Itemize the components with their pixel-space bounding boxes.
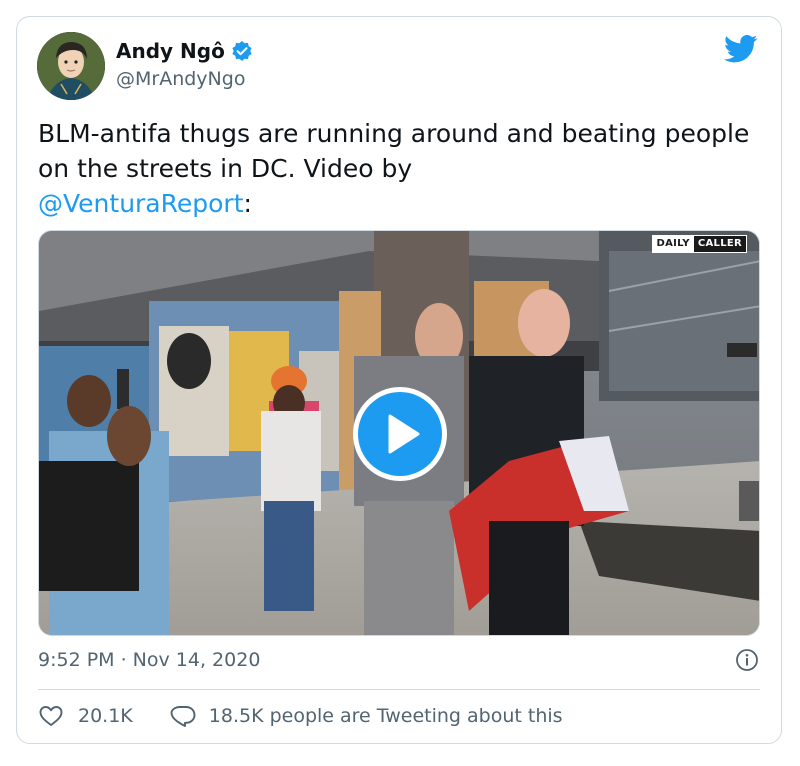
speech-bubble-icon (170, 706, 196, 727)
play-button[interactable] (353, 387, 447, 481)
verified-badge-icon (231, 40, 253, 62)
author-handle[interactable]: @MrAndyNgo (116, 67, 245, 91)
like-button[interactable]: 20.1K (38, 704, 133, 728)
twitter-bird-icon[interactable] (724, 34, 758, 64)
watermark-left: DAILY (652, 236, 694, 252)
reply-button[interactable]: 18.5K people are Tweeting about this (169, 704, 563, 728)
divider (38, 689, 760, 690)
mention-link[interactable]: @VenturaReport (38, 189, 244, 218)
avatar-illustration (37, 32, 105, 100)
info-icon[interactable] (735, 648, 759, 672)
like-count: 20.1K (78, 705, 133, 727)
video-media[interactable]: DAILY CALLER (38, 230, 760, 636)
daily-caller-watermark: DAILY CALLER (651, 235, 747, 253)
tweet-body: BLM-antifa thugs are running around and … (38, 119, 750, 183)
heart-icon (39, 706, 63, 726)
tweet-text: BLM-antifa thugs are running around and … (38, 116, 758, 221)
tweet-actions: 20.1K 18.5K people are Tweeting about th… (38, 704, 563, 728)
tweet-timestamp[interactable]: 9:52 PM · Nov 14, 2020 (38, 648, 260, 672)
play-button-circle (358, 392, 442, 476)
author-name-row: Andy Ngô (116, 38, 253, 64)
tweeting-count: 18.5K people are Tweeting about this (208, 705, 563, 727)
tweet-trailing: : (243, 189, 252, 218)
avatar[interactable] (37, 32, 105, 100)
play-icon (388, 414, 420, 454)
author-display-name[interactable]: Andy Ngô (116, 38, 225, 64)
watermark-right: CALLER (693, 236, 746, 252)
